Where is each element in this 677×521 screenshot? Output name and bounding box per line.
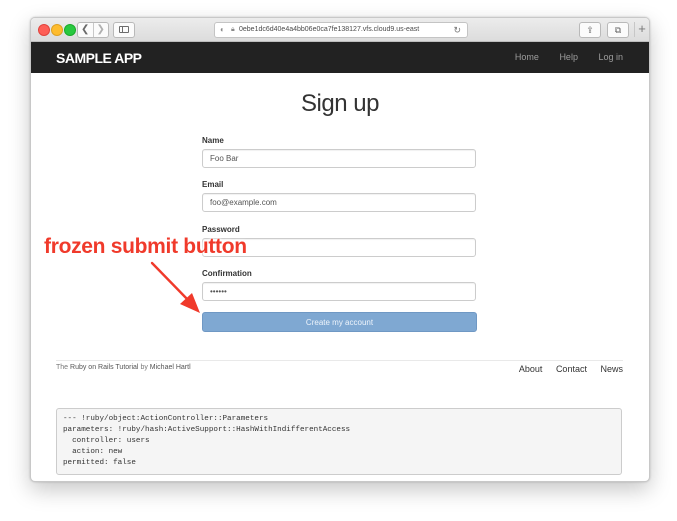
email-label: Email bbox=[202, 180, 224, 189]
debug-line: parameters: !ruby/hash:ActiveSupport::Ha… bbox=[63, 426, 351, 434]
privacy-shield-icon: ◐ bbox=[220, 25, 225, 34]
browser-toolbar: ❮ ❯ ◐ 🔒︎ 0ebe1dc6d40e4a4bb06e0ca7fe13812… bbox=[31, 18, 649, 42]
password-label: Password bbox=[202, 225, 240, 234]
app-header: SAMPLE APP Home Help Log in bbox=[31, 42, 649, 73]
nav-login-link[interactable]: Log in bbox=[598, 52, 623, 62]
tab-overview-button[interactable]: ⧉ bbox=[607, 22, 629, 38]
address-bar[interactable]: ◐ 🔒︎ 0ebe1dc6d40e4a4bb06e0ca7fe138127.vf… bbox=[214, 22, 468, 38]
author-link[interactable]: Michael Hartl bbox=[150, 364, 191, 371]
sidebar-toggle-button[interactable] bbox=[113, 22, 135, 38]
close-window-button[interactable] bbox=[38, 24, 50, 36]
credit-prefix: The bbox=[56, 364, 71, 371]
minimize-window-button[interactable] bbox=[51, 24, 63, 36]
credit-by: by bbox=[138, 364, 150, 371]
annotation-arrow-icon bbox=[150, 261, 200, 313]
history-nav: ❮ ❯ bbox=[77, 22, 109, 38]
footer-divider bbox=[56, 360, 623, 361]
name-field[interactable] bbox=[202, 149, 476, 168]
header-nav: Home Help Log in bbox=[497, 52, 623, 62]
back-icon[interactable]: ❮ bbox=[78, 23, 93, 37]
forward-icon[interactable]: ❯ bbox=[92, 23, 109, 37]
sidebar-icon bbox=[119, 26, 129, 33]
name-label: Name bbox=[202, 136, 224, 145]
footer-credit: The Ruby on Rails Tutorial by Michael Ha… bbox=[56, 364, 191, 371]
lock-icon: 🔒︎ bbox=[231, 26, 235, 33]
create-account-button[interactable]: Create my account bbox=[202, 312, 477, 332]
footer-contact-link[interactable]: Contact bbox=[556, 364, 587, 374]
plus-icon: + bbox=[638, 21, 646, 36]
rails-tutorial-link[interactable]: Ruby on Rails Tutorial bbox=[70, 364, 138, 371]
debug-line: action: new bbox=[63, 448, 123, 456]
confirmation-field[interactable] bbox=[202, 282, 476, 301]
zoom-window-button[interactable] bbox=[64, 24, 76, 36]
debug-params-dump: --- !ruby/object:ActionController::Param… bbox=[56, 408, 622, 475]
debug-line: --- !ruby/object:ActionController::Param… bbox=[63, 415, 269, 423]
debug-line: permitted: false bbox=[63, 459, 136, 467]
page-title: Sign up bbox=[301, 90, 379, 117]
url-text: 0ebe1dc6d40e4a4bb06e0ca7fe138127.vfs.clo… bbox=[239, 26, 420, 33]
footer-news-link[interactable]: News bbox=[600, 364, 623, 374]
footer-nav: About Contact News bbox=[508, 364, 623, 374]
footer-about-link[interactable]: About bbox=[519, 364, 543, 374]
reload-icon[interactable]: ↻ bbox=[453, 23, 461, 37]
email-field[interactable] bbox=[202, 193, 476, 212]
nav-home-link[interactable]: Home bbox=[515, 52, 539, 62]
app-logo[interactable]: SAMPLE APP bbox=[56, 50, 142, 66]
nav-help-link[interactable]: Help bbox=[559, 52, 578, 62]
debug-line: controller: users bbox=[63, 437, 150, 445]
tabs-icon: ⧉ bbox=[614, 25, 622, 35]
new-tab-button[interactable]: + bbox=[634, 22, 649, 37]
share-button[interactable]: ⇪ bbox=[579, 22, 601, 38]
share-icon: ⇪ bbox=[586, 25, 594, 35]
